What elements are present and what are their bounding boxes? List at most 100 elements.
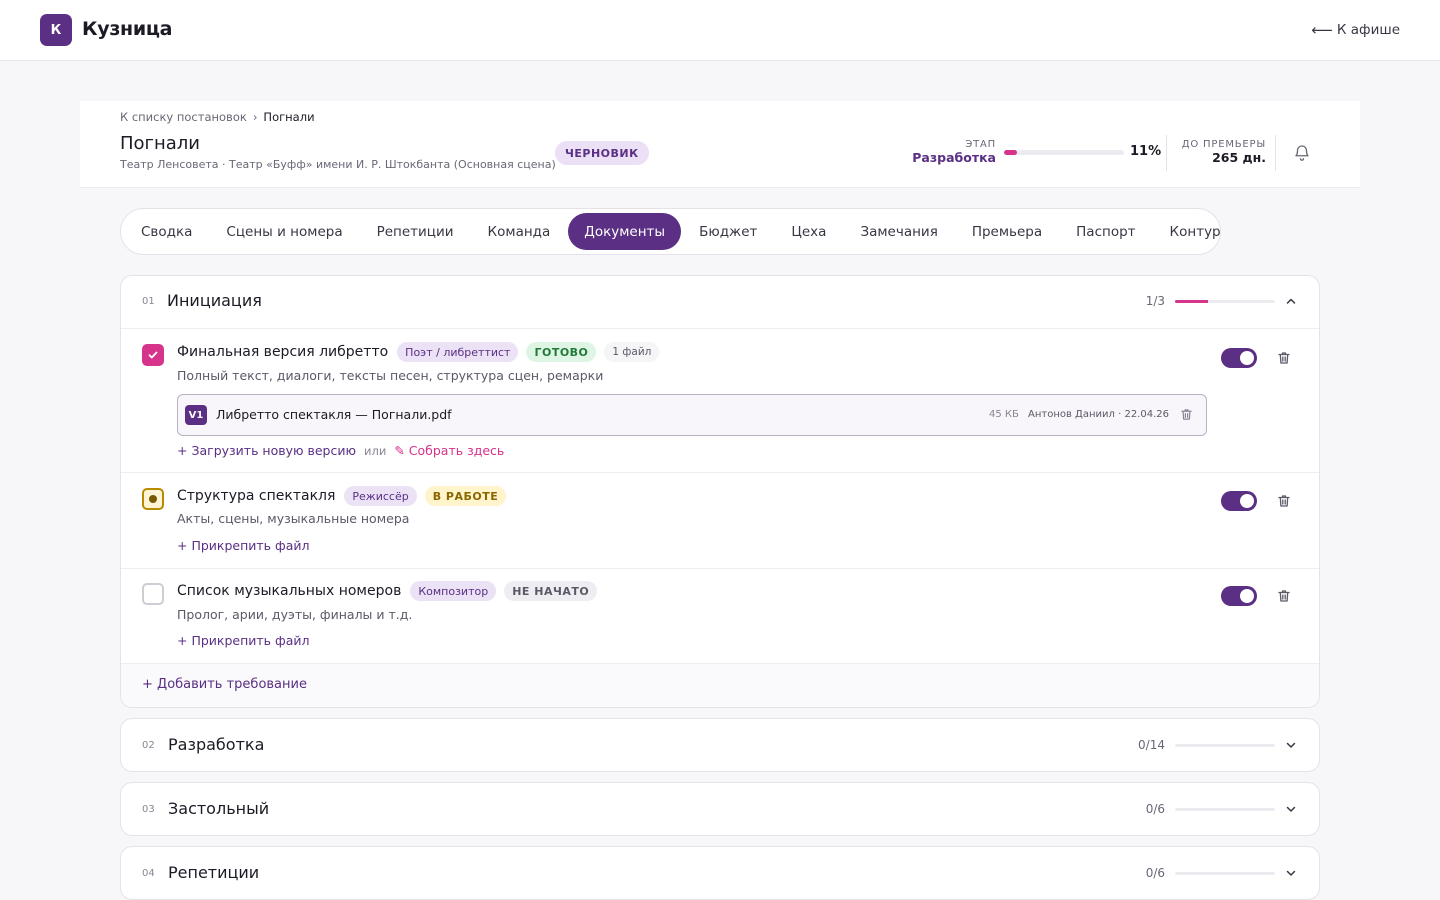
page-subtitle: Театр Ленсовета · Театр «Буфф» имени И. … (120, 158, 556, 171)
tab-9[interactable]: Премьера (956, 213, 1058, 250)
premiere-label: ДО ПРЕМЬЕРЫ (1181, 139, 1266, 150)
requirement-toggle[interactable] (1221, 348, 1257, 368)
requirement-description: Пролог, арии, дуэты, финалы и т.д. (177, 607, 413, 622)
breadcrumb: К списку постановок › Погнали (120, 110, 315, 124)
attach-file-button[interactable]: + Прикрепить файл (177, 633, 309, 648)
page-title: Погнали (120, 133, 201, 154)
requirement-checkbox[interactable] (142, 583, 164, 605)
trash-icon[interactable] (1277, 589, 1291, 603)
tab-10[interactable]: Паспорт (1060, 213, 1151, 250)
breadcrumb-current: Погнали (263, 110, 315, 124)
trash-icon[interactable] (1180, 408, 1193, 421)
divider (1275, 135, 1276, 171)
requirement-description: Акты, сцены, музыкальные номера (177, 511, 410, 526)
section-number: 01 (142, 296, 155, 307)
plus-icon: + (177, 633, 192, 648)
section-table-read[interactable]: 03 Застольный 0/6 (120, 782, 1320, 836)
chevron-down-icon[interactable] (1285, 803, 1297, 815)
role-badge: Поэт / либреттист (397, 342, 519, 362)
chevron-down-icon[interactable] (1285, 867, 1297, 879)
status-badge: ЧЕРНОВИК (555, 141, 649, 165)
chevron-down-icon[interactable] (1285, 739, 1297, 751)
section-title: Застольный (168, 799, 270, 818)
tab-3[interactable]: Репетиции (361, 213, 470, 250)
tab-1[interactable]: Сводка (125, 213, 208, 250)
toggle-knob (1240, 494, 1254, 508)
file-row: V1 Либретто спектакля — Погнали.pdf 45 К… (177, 394, 1207, 436)
tab-11[interactable]: Контур (1154, 213, 1237, 250)
tab-7[interactable]: Цеха (775, 213, 842, 250)
app-name[interactable]: Кузница (82, 18, 173, 40)
requirement-checkbox[interactable] (142, 344, 164, 366)
section-title: Разработка (168, 735, 265, 754)
breadcrumb-productions-link[interactable]: К списку постановок (120, 110, 247, 124)
production-header: К списку постановок › Погнали Погнали Те… (80, 101, 1360, 188)
section-progress-bar (1175, 872, 1275, 875)
requirement-title-row: Финальная версия либретто Поэт / либретт… (177, 342, 660, 362)
section-count: 0/6 (1145, 866, 1165, 880)
add-requirement-label: Добавить требование (157, 677, 307, 692)
role-badge: Композитор (410, 581, 497, 601)
trash-icon[interactable] (1277, 351, 1291, 365)
section-number: 03 (142, 804, 155, 815)
or-label: или (364, 443, 387, 458)
tab-8[interactable]: Замечания (844, 213, 953, 250)
toggle-knob (1240, 351, 1254, 365)
compose-here-button[interactable]: ✎ Собрать здесь (394, 443, 504, 458)
premiere-value: 265 дн. (1212, 150, 1266, 165)
tab-6[interactable]: Бюджет (683, 213, 773, 250)
chevron-up-icon[interactable] (1285, 295, 1297, 307)
section-count: 1/3 (1145, 294, 1165, 308)
back-to-playbill-link[interactable]: ⟵ К афише (1311, 21, 1400, 39)
requirement-toggle[interactable] (1221, 491, 1257, 511)
section-header[interactable]: 04 Репетиции 0/6 (121, 847, 1319, 899)
section-development[interactable]: 02 Разработка 0/14 (120, 718, 1320, 772)
section-count: 0/6 (1145, 802, 1165, 816)
role-badge: Режиссёр (344, 486, 417, 506)
requirement-item: Структура спектакля Режиссёр В РАБОТЕ Ак… (121, 472, 1319, 568)
stage-progress-bar (1004, 150, 1124, 155)
requirement-item: Список музыкальных номеров Композитор НЕ… (121, 568, 1319, 663)
compose-label: Собрать здесь (408, 443, 505, 458)
compose-icon: ✎ (394, 443, 409, 458)
stage-info: ЭТАП Разработка (910, 139, 996, 165)
add-requirement-row: + Добавить требование (121, 663, 1319, 707)
section-progress-bar (1175, 300, 1275, 303)
version-badge: V1 (185, 405, 207, 425)
requirement-toggle[interactable] (1221, 586, 1257, 606)
section-rehearsals[interactable]: 04 Репетиции 0/6 (120, 846, 1320, 900)
tab-4[interactable]: Команда (472, 213, 567, 250)
toggle-knob (1240, 589, 1254, 603)
stage-label: ЭТАП (965, 139, 996, 150)
app-logo[interactable]: К (40, 14, 72, 46)
status-badge: НЕ НАЧАТО (504, 581, 598, 601)
stage-progress-fill (1004, 150, 1018, 155)
section-header[interactable]: 01 Инициация 1/3 (121, 276, 1319, 328)
file-actions: + Загрузить новую версию или ✎ Собрать з… (177, 443, 504, 458)
bell-icon[interactable] (1293, 143, 1311, 161)
back-arrow-icon: ⟵ (1311, 21, 1333, 39)
trash-icon[interactable] (1277, 494, 1291, 508)
upload-new-version-button[interactable]: + Загрузить новую версию (177, 443, 356, 458)
section-header[interactable]: 02 Разработка 0/14 (121, 719, 1319, 771)
stage-percent: 11% (1130, 144, 1162, 159)
attach-file-button[interactable]: + Прикрепить файл (177, 538, 309, 553)
tab-2[interactable]: Сцены и номера (210, 213, 358, 250)
file-name[interactable]: Либретто спектакля — Погнали.pdf (216, 407, 452, 422)
requirement-title: Структура спектакля (177, 488, 336, 504)
file-count-badge: 1 файл (604, 342, 660, 362)
requirement-checkbox[interactable] (142, 488, 164, 510)
tab-5[interactable]: Документы (568, 213, 682, 250)
file-actions: + Прикрепить файл (177, 538, 309, 553)
section-count: 0/14 (1138, 738, 1165, 752)
attach-label: Прикрепить файл (191, 633, 310, 648)
add-requirement-button[interactable]: + Добавить требование (142, 677, 307, 692)
section-title: Репетиции (168, 863, 260, 882)
section-number: 02 (142, 740, 155, 751)
premiere-countdown: ДО ПРЕМЬЕРЫ 265 дн. (1176, 139, 1266, 165)
requirement-title-row: Список музыкальных номеров Композитор НЕ… (177, 581, 598, 601)
top-bar: К Кузница ⟵ К афише (0, 0, 1440, 61)
status-badge: ГОТОВО (526, 342, 597, 362)
upload-label: Загрузить новую версию (191, 443, 357, 458)
section-header[interactable]: 03 Застольный 0/6 (121, 783, 1319, 835)
